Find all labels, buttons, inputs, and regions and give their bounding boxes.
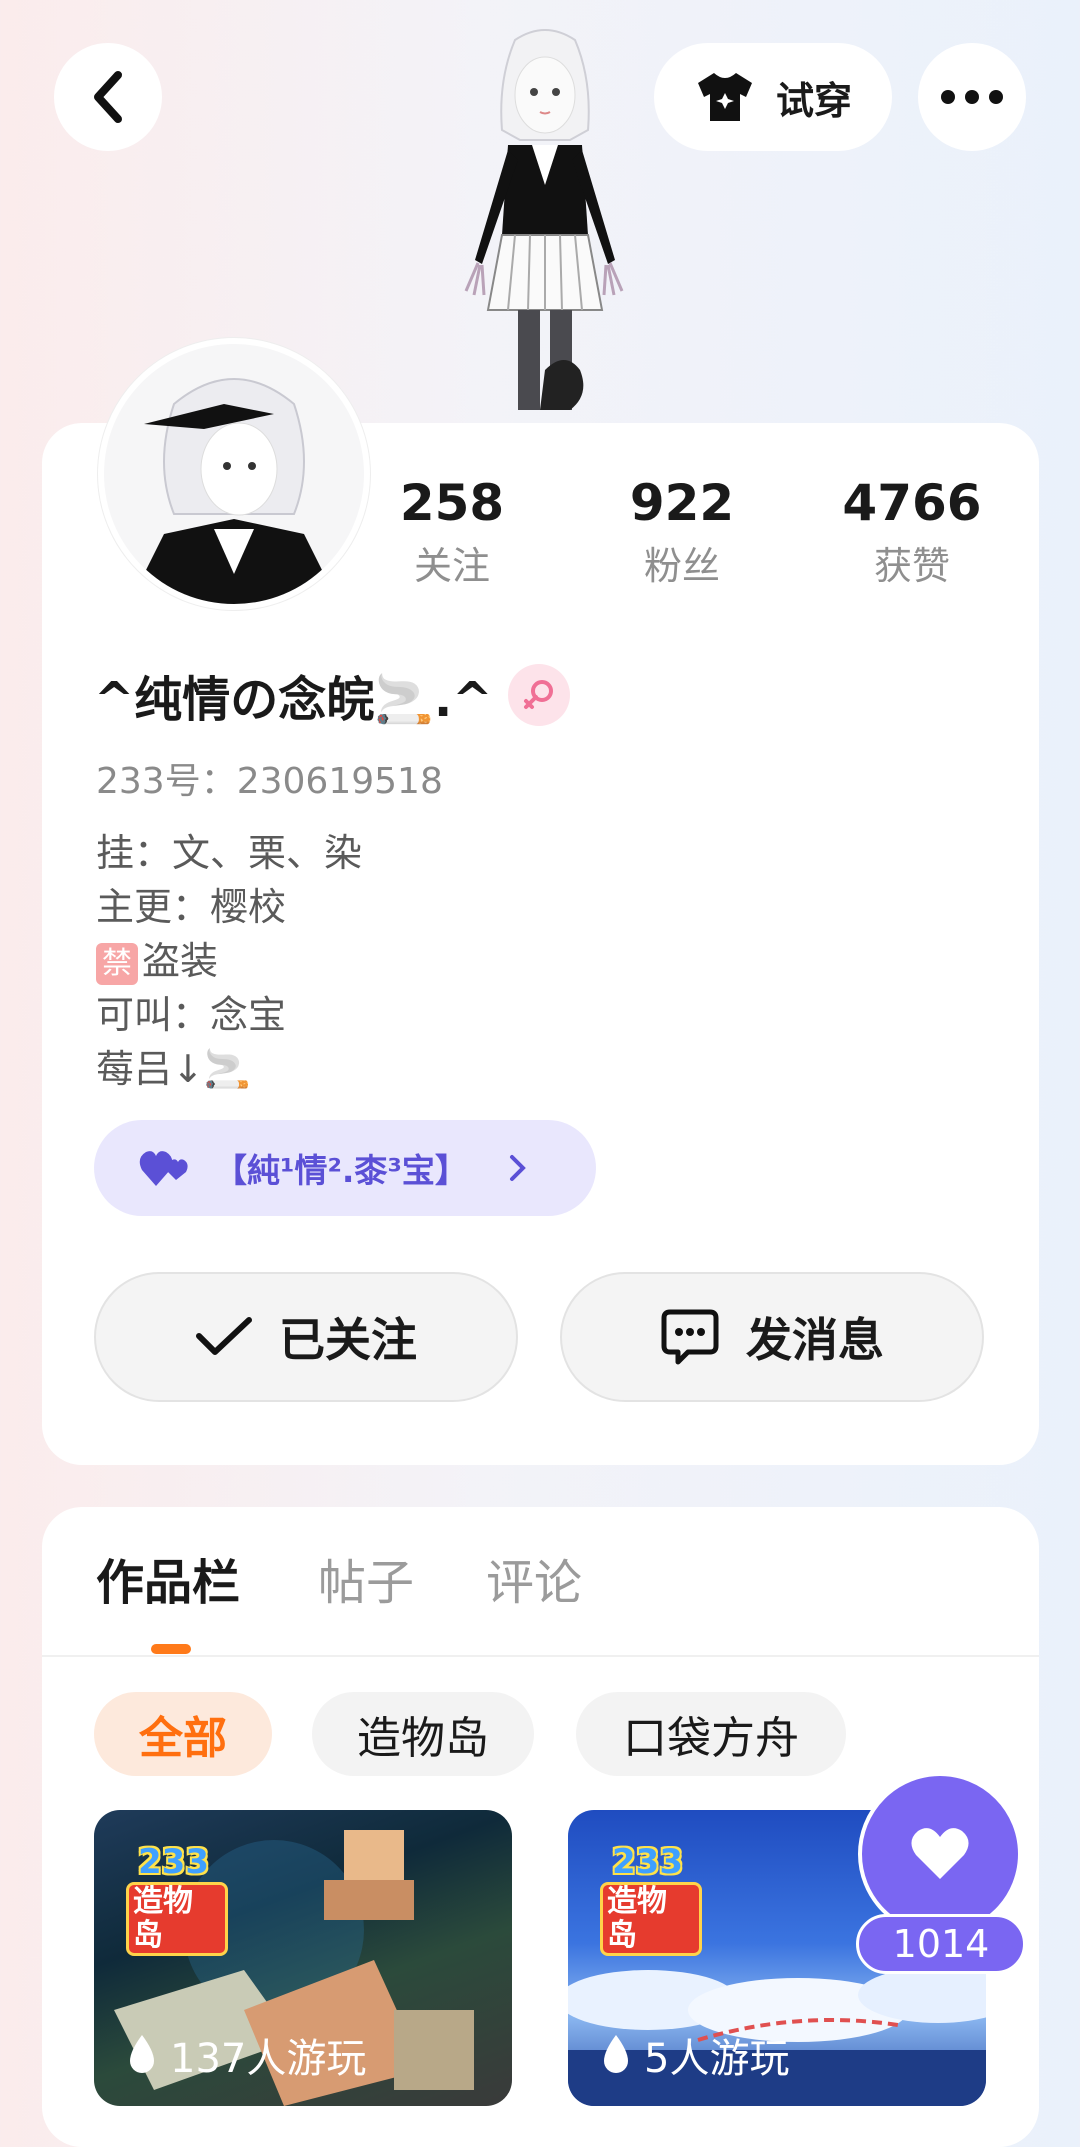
game-logo: 233 造物岛 bbox=[122, 1840, 228, 1956]
bio-line: 主更：樱校 bbox=[96, 885, 287, 929]
friend-tag-label: 【純¹情².桼³宝】 bbox=[214, 1151, 468, 1190]
play-count: 5人游玩 bbox=[598, 2026, 789, 2084]
filter-pocket-ark[interactable]: 口袋方舟 bbox=[576, 1692, 846, 1776]
check-icon bbox=[196, 1317, 252, 1355]
avatar-figure[interactable] bbox=[420, 20, 670, 420]
game-logo: 233 造物岛 bbox=[596, 1840, 702, 1956]
try-on-label: 试穿 bbox=[775, 78, 852, 123]
filter-creation-island[interactable]: 造物岛 bbox=[312, 1692, 534, 1776]
play-count: 137人游玩 bbox=[124, 2026, 366, 2084]
stat-value: 922 bbox=[629, 474, 735, 532]
message-label: 发消息 bbox=[746, 1313, 884, 1367]
stat-label: 关注 bbox=[413, 544, 490, 588]
like-count: 1014 bbox=[856, 1914, 1026, 1974]
friend-tag-button[interactable]: 【純¹情².桼³宝】 bbox=[94, 1120, 596, 1216]
more-dots-icon bbox=[941, 90, 1003, 104]
nickname-row: ^纯情の念皖🚬.^ bbox=[94, 660, 571, 730]
bio-line: 莓吕↓🚬 bbox=[96, 1047, 252, 1091]
nickname: ^纯情の念皖🚬.^ bbox=[94, 672, 493, 728]
tab-works[interactable]: 作品栏 bbox=[96, 1550, 240, 1616]
like-button[interactable] bbox=[858, 1772, 1022, 1936]
game-card[interactable]: 233 造物岛 137人游玩 bbox=[94, 1810, 512, 2106]
tab-posts[interactable]: 帖子 bbox=[318, 1550, 414, 1616]
bio-line: 挂：文、栗、染 bbox=[96, 831, 363, 875]
bio-line: 禁盗装 bbox=[96, 934, 362, 988]
try-on-button[interactable]: 试穿 bbox=[654, 43, 892, 151]
follow-button[interactable]: 已关注 bbox=[94, 1272, 518, 1402]
tab-comments[interactable]: 评论 bbox=[486, 1550, 582, 1616]
divider bbox=[42, 1655, 1039, 1657]
chevron-left-icon bbox=[94, 71, 122, 123]
stat-label: 粉丝 bbox=[643, 544, 720, 588]
bio: 挂：文、栗、染 主更：樱校 禁盗装 可叫：念宝 莓吕↓🚬 bbox=[96, 826, 362, 1096]
avatar[interactable] bbox=[98, 338, 370, 610]
stat-followers[interactable]: 922 粉丝 bbox=[592, 470, 772, 594]
heart-icon bbox=[911, 1828, 969, 1879]
chevron-right-icon bbox=[509, 1155, 526, 1181]
tshirt-icon bbox=[697, 73, 752, 121]
back-button[interactable] bbox=[54, 43, 162, 151]
stat-value: 4766 bbox=[842, 474, 982, 532]
message-button[interactable]: 发消息 bbox=[560, 1272, 984, 1402]
avatar-image bbox=[104, 344, 364, 604]
female-icon bbox=[508, 664, 571, 726]
stat-value: 258 bbox=[399, 474, 505, 532]
stat-label: 获赞 bbox=[873, 544, 950, 588]
filter-all[interactable]: 全部 bbox=[94, 1692, 272, 1776]
follow-label: 已关注 bbox=[279, 1313, 417, 1367]
fire-icon bbox=[604, 2035, 628, 2073]
stat-likes[interactable]: 4766 获赞 bbox=[822, 470, 1002, 594]
more-button[interactable] bbox=[918, 43, 1026, 151]
forbid-badge: 禁 bbox=[96, 942, 138, 985]
chat-bubble-icon bbox=[661, 1309, 719, 1365]
stat-following[interactable]: 258 关注 bbox=[362, 470, 542, 594]
fire-icon bbox=[130, 2035, 154, 2073]
active-tab-indicator bbox=[151, 1644, 191, 1654]
bio-line: 可叫：念宝 bbox=[96, 993, 287, 1037]
user-id: 233号：230619518 bbox=[96, 761, 443, 802]
double-heart-icon bbox=[139, 1151, 188, 1186]
